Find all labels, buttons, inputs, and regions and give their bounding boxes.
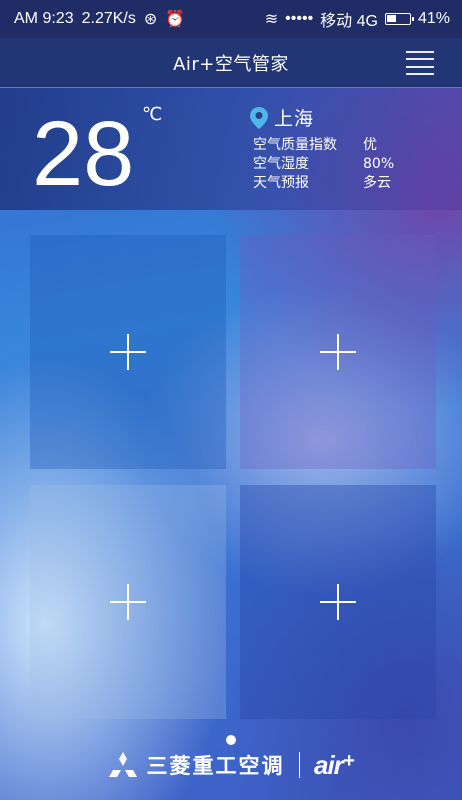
app-header: Air+空气管家 [0, 38, 462, 88]
info-value: 优 [363, 137, 377, 153]
add-device-tile[interactable] [240, 485, 436, 719]
info-value: 多云 [363, 175, 391, 191]
weather-panel: 28 ℃ 上海 空气质量指数 优 空气湿度 80% 天气预报 多云 [0, 88, 462, 210]
logo-text: air [314, 749, 344, 780]
plus-icon [320, 584, 356, 620]
add-device-tile[interactable] [240, 235, 436, 469]
logo-plus: + [342, 749, 355, 772]
status-time: AM 9:23 [14, 10, 74, 27]
plus-icon [110, 334, 146, 370]
battery-level: 41% [417, 10, 450, 27]
add-device-tile[interactable] [30, 235, 226, 469]
plus-icon [320, 334, 356, 370]
footer-divider [298, 752, 300, 778]
brand-name: 三菱重工空调 [146, 754, 285, 778]
status-right: ≋ ••••• 移动 4G 41% [265, 7, 450, 31]
sync-icon: ⊛ [143, 11, 158, 28]
info-label: 空气质量指数 [253, 137, 337, 153]
temperature-unit: ℃ [142, 104, 163, 125]
info-row-aqi: 空气质量指数 优 [253, 136, 394, 155]
carrier-label: 移动 4G [320, 13, 378, 30]
signal-icon: ••••• [285, 10, 314, 27]
plus-icon [110, 584, 146, 620]
map-pin-icon [250, 106, 268, 129]
network-speed: 2.27K/s [81, 10, 136, 27]
temperature-value: 28 [32, 103, 135, 205]
info-label: 空气湿度 [253, 156, 309, 172]
weather-info-table: 空气质量指数 优 空气湿度 80% 天气预报 多云 [253, 136, 394, 193]
info-value: 80% [363, 156, 395, 172]
location-row[interactable]: 上海 [250, 104, 314, 131]
mitsubishi-diamonds-icon [108, 752, 137, 777]
device-grid [30, 235, 437, 721]
battery-icon [384, 13, 414, 25]
city-name: 上海 [274, 108, 315, 130]
alarm-icon: ⏰ [165, 11, 186, 28]
status-left: AM 9:23 2.27K/s ⊛ ⏰ [14, 9, 185, 29]
add-device-tile[interactable] [30, 485, 226, 719]
hamburger-menu-icon[interactable] [406, 51, 434, 75]
info-row-humidity: 空气湿度 80% [253, 155, 394, 174]
footer-brand: 三菱重工空调 air+ [0, 745, 462, 785]
info-label: 天气预报 [253, 175, 309, 191]
wifi-icon: ≋ [264, 11, 279, 28]
air-plus-logo: air+ [314, 750, 354, 781]
app-title: Air+空气管家 [173, 53, 289, 75]
page-indicator-dot [226, 735, 236, 745]
status-bar: AM 9:23 2.27K/s ⊛ ⏰ ≋ ••••• 移动 4G 41% [0, 0, 462, 38]
info-row-forecast: 天气预报 多云 [253, 174, 394, 193]
